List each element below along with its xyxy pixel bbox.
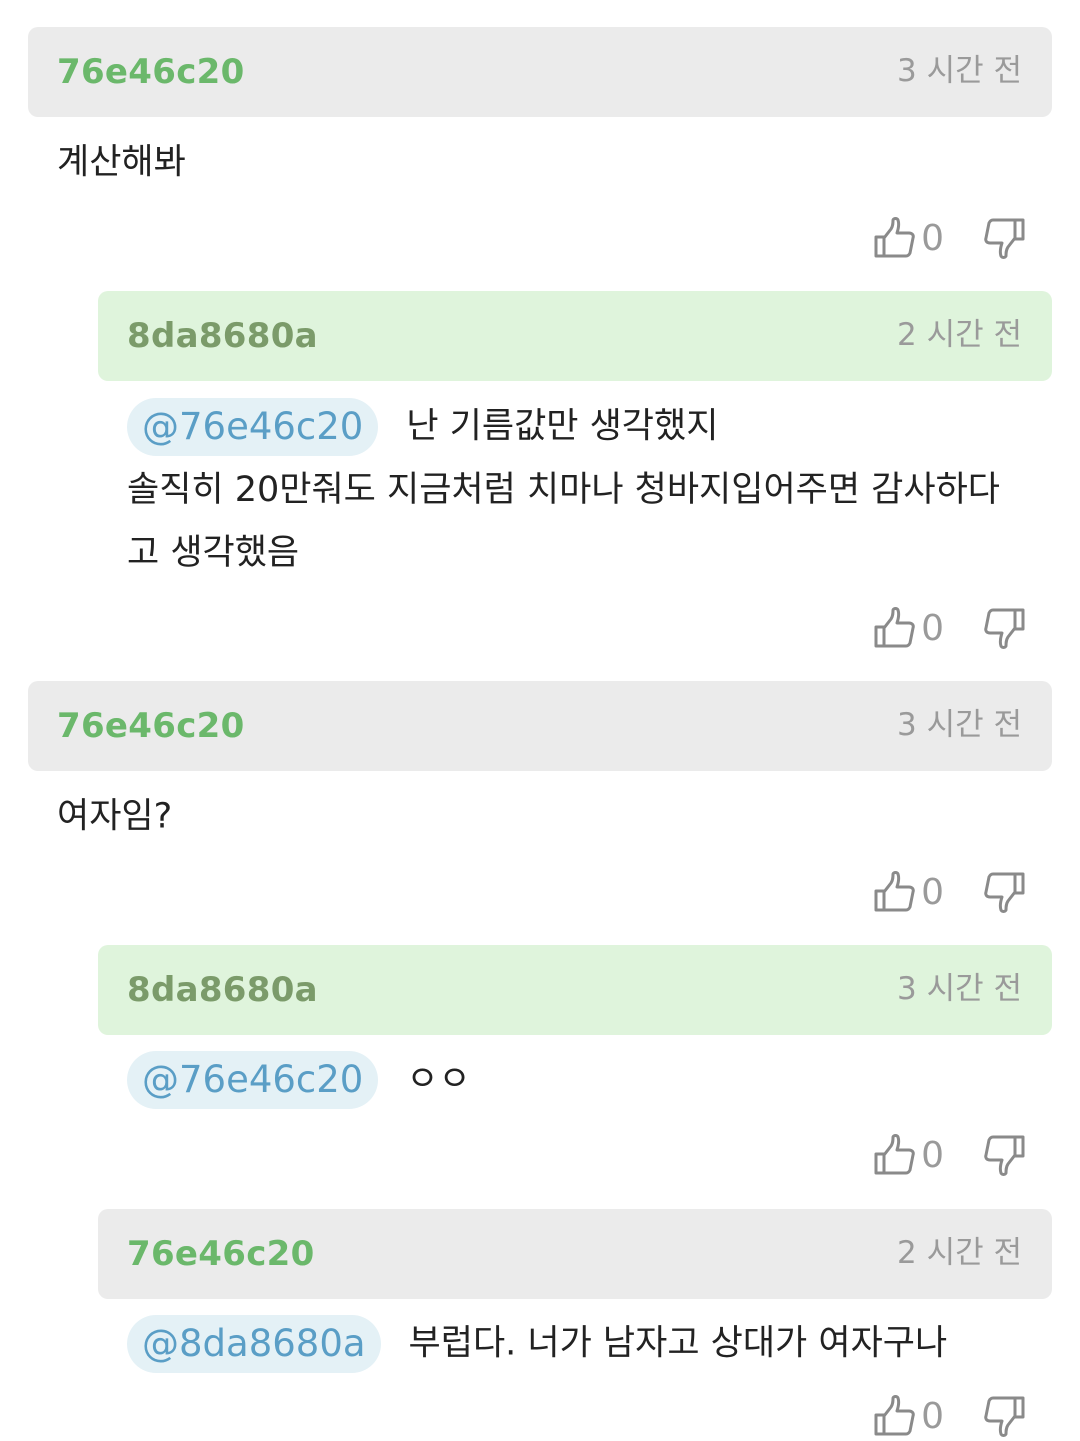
author-name[interactable]: 8da8680a [127,316,318,356]
thumbs-up-icon[interactable] [873,606,915,650]
comment-header: 76e46c20 3 시간 전 [28,27,1052,117]
author-name[interactable]: 76e46c20 [57,706,245,746]
reply-header: 8da8680a 3 시간 전 [98,945,1052,1035]
author-name[interactable]: 8da8680a [127,970,318,1010]
thumbs-down-icon[interactable] [984,216,1026,260]
comment-body: @8da8680a 부럽다. 너가 남자고 상대가 여자구나 [127,1312,947,1376]
thumbs-up-icon[interactable] [873,216,915,260]
mention-tag[interactable]: @8da8680a [127,1315,381,1373]
comment-text: 난 기름값만 생각했지 [406,406,719,447]
vote-bar: 0 [873,867,1026,917]
comment-text: ㅇㅇ [406,1059,471,1100]
like-count: 0 [921,1395,944,1437]
thumbs-up-icon[interactable] [873,1394,915,1438]
like-count: 0 [921,1134,944,1176]
timestamp: 3 시간 전 [897,52,1022,89]
comment-text: 여자임? [57,796,173,837]
timestamp: 2 시간 전 [897,1234,1022,1271]
reply-header: 8da8680a 2 시간 전 [98,291,1052,381]
thumbs-down-icon[interactable] [984,1394,1026,1438]
comment-body: @76e46c20 난 기름값만 생각했지 솔직히 20만줘도 지금처럼 치마나 … [127,395,1057,585]
comment-body: @76e46c20 ㅇㅇ [127,1048,471,1112]
like-count: 0 [921,871,944,913]
comment-header: 76e46c20 3 시간 전 [28,681,1052,771]
timestamp: 2 시간 전 [897,316,1022,353]
comment-text-line: 솔직히 20만줘도 지금처럼 치마나 청바지입어주면 감사하다 [127,469,1000,510]
comment-text: 부럽다. 너가 남자고 상대가 여자구나 [408,1323,948,1364]
comment-text-line: 고 생각했음 [127,532,300,573]
like-count: 0 [921,607,944,649]
thumbs-down-icon[interactable] [984,870,1026,914]
comment-body: 여자임? [57,785,172,849]
like-count: 0 [921,217,944,259]
vote-bar: 0 [873,213,1026,263]
author-name[interactable]: 76e46c20 [127,1234,315,1274]
mention-tag[interactable]: @76e46c20 [127,1051,379,1109]
vote-bar: 0 [873,603,1026,653]
timestamp: 3 시간 전 [897,970,1022,1007]
vote-bar: 0 [873,1391,1026,1441]
vote-bar: 0 [873,1130,1026,1180]
thumbs-up-icon[interactable] [873,870,915,914]
comment-text: 계산해봐 [57,142,186,183]
timestamp: 3 시간 전 [897,706,1022,743]
author-name[interactable]: 76e46c20 [57,52,245,92]
thumbs-down-icon[interactable] [984,1133,1026,1177]
comment-body: 계산해봐 [57,131,186,195]
thumbs-down-icon[interactable] [984,606,1026,650]
reply-header: 76e46c20 2 시간 전 [98,1209,1052,1299]
thumbs-up-icon[interactable] [873,1133,915,1177]
mention-tag[interactable]: @76e46c20 [127,398,379,456]
